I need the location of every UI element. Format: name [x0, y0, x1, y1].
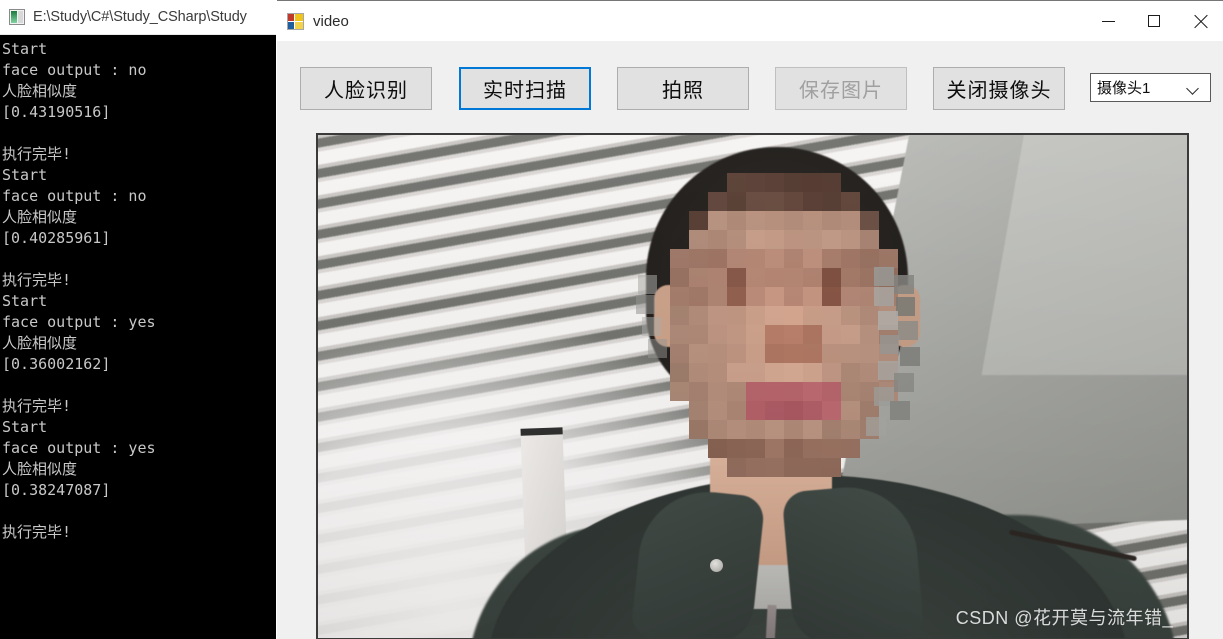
mosaic-artifact	[898, 321, 918, 340]
close-button[interactable]	[1177, 1, 1223, 41]
console-titlebar[interactable]: E:\Study\C#\Study_CSharp\Study	[0, 0, 276, 35]
take-photo-button[interactable]: 拍照	[617, 67, 749, 110]
maximize-button[interactable]	[1131, 1, 1177, 41]
mosaic-artifact	[896, 297, 915, 316]
console-line: face output : no	[2, 61, 147, 79]
mosaic-artifact	[866, 417, 886, 436]
realtime-scan-button[interactable]: 实时扫描	[459, 67, 591, 110]
console-title-text: E:\Study\C#\Study_CSharp\Study	[33, 9, 247, 25]
console-line: [0.36002162]	[2, 355, 111, 373]
video-feed: CSDN @花开莫与流年错_	[318, 135, 1187, 638]
mosaic-artifact	[642, 317, 661, 336]
minimize-button[interactable]	[1085, 1, 1131, 41]
console-line: face output : yes	[2, 313, 156, 331]
mosaic-artifact	[878, 311, 898, 330]
mosaic-artifact	[648, 339, 667, 358]
console-line: 人脸相似度	[2, 82, 78, 100]
console-line: face output : no	[2, 187, 147, 205]
video-window: video 人脸识别 实时扫描 拍照 保存图片 关闭摄像头 摄像头1 CSDN …	[277, 0, 1223, 639]
mosaic-artifact	[900, 347, 920, 366]
mosaic-artifact	[874, 287, 894, 306]
console-line: Start	[2, 166, 48, 184]
save-image-button: 保存图片	[775, 67, 907, 110]
video-window-client: 人脸识别 实时扫描 拍照 保存图片 关闭摄像头 摄像头1 CSDN @花开莫与流…	[277, 41, 1223, 639]
console-window: E:\Study\C#\Study_CSharp\Study Start fac…	[0, 0, 276, 639]
console-line: Start	[2, 418, 48, 436]
console-line: Start	[2, 292, 48, 310]
console-line: 人脸相似度	[2, 460, 78, 478]
face-recognition-button[interactable]: 人脸识别	[300, 67, 432, 110]
close-camera-button[interactable]: 关闭摄像头	[933, 67, 1065, 110]
chevron-down-icon	[1186, 81, 1200, 95]
camera-select-value: 摄像头1	[1097, 80, 1151, 97]
video-titlebar[interactable]: video	[277, 1, 1223, 41]
maximize-icon	[1148, 15, 1160, 27]
mosaic-artifact	[880, 335, 899, 354]
mosaic-artifact	[638, 275, 657, 294]
mosaic-artifact	[636, 295, 655, 314]
mosaic-artifact	[890, 401, 910, 420]
pixelated-face-region	[670, 173, 898, 477]
window-controls	[1085, 1, 1223, 41]
console-line: [0.40285961]	[2, 229, 111, 247]
video-preview-frame[interactable]: CSDN @花开莫与流年错_	[316, 133, 1189, 639]
console-line: 执行完毕!	[2, 523, 72, 541]
collar-button	[710, 559, 723, 572]
camera-select-dropdown[interactable]: 摄像头1	[1090, 73, 1211, 102]
video-window-title: video	[313, 12, 349, 30]
console-output[interactable]: Start face output : no 人脸相似度 [0.43190516…	[0, 35, 276, 639]
console-line: 执行完毕!	[2, 271, 72, 289]
console-app-icon	[9, 9, 25, 25]
console-line: [0.38247087]	[2, 481, 111, 499]
screen: E:\Study\C#\Study_CSharp\Study Start fac…	[0, 0, 1223, 639]
console-line: face output : yes	[2, 439, 156, 457]
csdn-watermark: CSDN @花开莫与流年错_	[955, 608, 1173, 628]
toolbar: 人脸识别 实时扫描 拍照 保存图片 关闭摄像头 摄像头1	[277, 41, 1223, 129]
minimize-icon	[1101, 20, 1115, 22]
console-line: 人脸相似度	[2, 208, 78, 226]
winforms-app-icon	[287, 12, 304, 30]
console-line: [0.43190516]	[2, 103, 111, 121]
console-line: 执行完毕!	[2, 145, 72, 163]
console-line: 执行完毕!	[2, 397, 72, 415]
mosaic-artifact	[894, 373, 914, 392]
mosaic-artifact	[894, 275, 914, 294]
mosaic-artifact	[874, 267, 894, 286]
close-icon	[1193, 14, 1208, 29]
console-line: Start	[2, 40, 48, 58]
console-line: 人脸相似度	[2, 334, 78, 352]
